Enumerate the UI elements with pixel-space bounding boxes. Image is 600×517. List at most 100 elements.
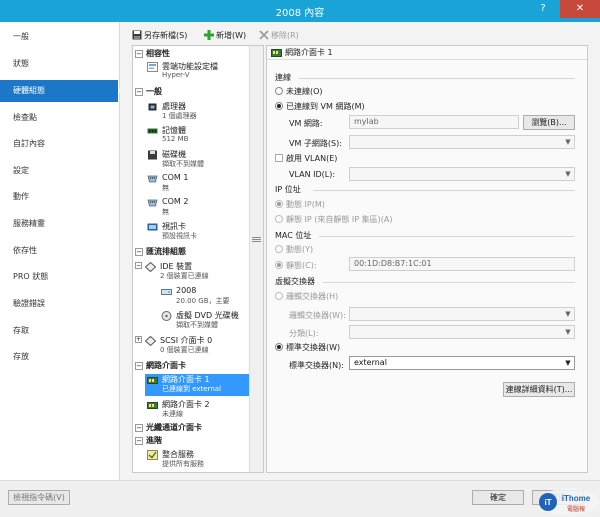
new-button[interactable]: 新增(W) xyxy=(204,28,246,44)
collapse-icon[interactable]: − xyxy=(135,88,143,96)
radio-circle[interactable] xyxy=(275,343,283,351)
tree-node-nic1[interactable]: 網路介面卡 1 已連線到 external xyxy=(145,374,249,396)
tree-node-nic2[interactable]: 網路介面卡 2 未連線 xyxy=(145,399,249,420)
vm-subnet-select[interactable]: ▼ xyxy=(349,135,575,149)
chevron-down-icon: ▼ xyxy=(565,138,571,146)
nav-item-status[interactable]: 狀態 xyxy=(0,53,118,75)
browse-button[interactable]: 瀏覽(B)... xyxy=(523,115,575,130)
section-fc[interactable]: − 光纖通道介面卡 xyxy=(133,422,249,433)
radio-circle[interactable] xyxy=(275,200,283,208)
network-adapter-icon xyxy=(271,49,282,57)
remove-x-icon xyxy=(259,30,269,40)
radio-circle[interactable] xyxy=(275,87,283,95)
radio-standard-switch[interactable]: 標準交換器(W) xyxy=(275,342,340,353)
help-button[interactable]: ? xyxy=(532,0,554,18)
radio-circle[interactable] xyxy=(275,245,283,253)
radio-label: 動態 IP(M) xyxy=(286,200,325,209)
logical-switch-select[interactable]: ▼ xyxy=(349,307,575,321)
divider xyxy=(299,78,575,79)
collapse-icon[interactable]: − xyxy=(135,262,142,269)
svg-text:iT: iT xyxy=(544,498,551,507)
nav-item-storage[interactable]: 存放 xyxy=(0,346,118,368)
nav-item-validation[interactable]: 驗證錯誤 xyxy=(0,293,118,315)
tree-node-vhd[interactable]: 2008 20.00 GB，主要 xyxy=(159,286,249,307)
section-general-label: 一般 xyxy=(146,87,162,96)
close-button[interactable]: ✕ xyxy=(560,0,600,18)
nav-item-access[interactable]: 存取 xyxy=(0,320,118,342)
nav-item-custom[interactable]: 自訂內容 xyxy=(0,133,118,155)
group-ip: IP 位址 xyxy=(275,184,301,195)
tree-scrollbar[interactable] xyxy=(249,46,263,472)
section-general[interactable]: − 一般 xyxy=(133,86,249,97)
network-adapter-icon xyxy=(147,377,158,384)
vlan-id-select[interactable]: ▼ xyxy=(349,167,575,181)
collapse-icon[interactable]: − xyxy=(135,362,143,370)
radio-connected-vm[interactable]: 已連線到 VM 網路(M) xyxy=(275,101,365,112)
enable-vlan-checkbox[interactable]: 啟用 VLAN(E) xyxy=(275,153,337,164)
tree-node-processor[interactable]: 處理器 1 個處理器 xyxy=(145,101,249,122)
scsi-icon xyxy=(145,336,156,346)
network-adapter-icon xyxy=(147,402,158,409)
tree-node-com1[interactable]: COM 1 無 xyxy=(145,173,249,194)
nav-item-settings[interactable]: 設定 xyxy=(0,160,118,182)
nav-item-dependencies[interactable]: 依存性 xyxy=(0,240,118,262)
checkbox-box[interactable] xyxy=(275,154,283,162)
section-advanced[interactable]: − 進階 xyxy=(133,435,249,446)
tree-node-integration[interactable]: 整合服務 提供所有服務 xyxy=(145,449,249,470)
segment-select[interactable]: ▼ xyxy=(349,325,575,339)
collapse-icon[interactable]: − xyxy=(135,50,143,58)
vm-network-label: VM 網路: xyxy=(289,119,323,128)
connection-details-button[interactable]: 連線詳細資料(T)... xyxy=(503,382,575,397)
tree-node-subtitle: 擷取不到媒體 xyxy=(162,160,204,168)
tree-node-memory[interactable]: 記憶體 512 MB xyxy=(145,125,249,146)
tree-node-dvd[interactable]: 虛擬 DVD 光碟機 擷取不到媒體 xyxy=(159,310,249,331)
scrollbar-grip[interactable] xyxy=(252,236,261,246)
radio-circle[interactable] xyxy=(275,102,283,110)
ok-button[interactable]: 確定 xyxy=(472,490,524,505)
radio-label: 靜態 IP (來自靜態 IP 集區)(A) xyxy=(286,215,393,224)
collapse-icon[interactable]: − xyxy=(135,424,143,432)
tree-node-scsi[interactable]: + SCSI 介面卡 0 0 個裝置已連線 xyxy=(135,335,249,356)
serial-port-icon xyxy=(147,175,158,183)
collapse-icon[interactable]: − xyxy=(135,248,143,256)
section-bus[interactable]: − 匯流排組態 xyxy=(133,246,249,257)
radio-static-ip[interactable]: 靜態 IP (來自靜態 IP 集區)(A) xyxy=(275,214,393,225)
tree-node-ide[interactable]: − IDE 裝置 2 個裝置已連線 xyxy=(135,261,249,282)
tree-node-subtitle: Hyper-V xyxy=(162,71,190,79)
mac-address-value: 00:1D:D8:B7:1C:01 xyxy=(354,259,432,268)
radio-circle[interactable] xyxy=(275,215,283,223)
checkbox-label: 啟用 VLAN(E) xyxy=(286,154,338,163)
nav-item-actions[interactable]: 動作 xyxy=(0,186,118,208)
standard-switch-select[interactable]: external ▼ xyxy=(349,356,575,370)
tree-node-video[interactable]: 視訊卡 預設視訊卡 xyxy=(145,221,249,242)
radio-not-connected[interactable]: 未連線(O) xyxy=(275,86,323,97)
tree-node-com2[interactable]: COM 2 無 xyxy=(145,197,249,218)
nav-item-pro[interactable]: PRO 狀態 xyxy=(0,266,118,288)
group-connection-label: 連線 xyxy=(275,73,291,82)
collapse-icon[interactable]: − xyxy=(135,437,143,445)
divider xyxy=(313,190,575,191)
nav-item-checkpoints[interactable]: 檢查點 xyxy=(0,107,118,129)
radio-dynamic-ip[interactable]: 動態 IP(M) xyxy=(275,199,325,210)
tree-node-floppy[interactable]: 磁碟機 擷取不到媒體 xyxy=(145,149,249,170)
view-script-button[interactable]: 檢視指令碼(V) xyxy=(8,490,70,505)
group-connection: 連線 xyxy=(275,72,291,83)
radio-logical-switch[interactable]: 邏輯交換器(H) xyxy=(275,291,338,302)
expand-icon[interactable]: + xyxy=(135,336,142,343)
section-network[interactable]: − 網路介面卡 xyxy=(133,360,249,371)
mac-address-field[interactable]: 00:1D:D8:B7:1C:01 xyxy=(349,257,575,271)
radio-dynamic-mac[interactable]: 動態(Y) xyxy=(275,244,313,255)
tree-node-cloud-profile[interactable]: 雲端功能設定檔 Hyper-V xyxy=(145,61,249,82)
save-as-button[interactable]: 另存新檔(S) xyxy=(132,28,187,44)
vm-subnet-label: VM 子網路(S): xyxy=(289,139,342,148)
title-bar: 2008 內容 ? ✕ xyxy=(0,0,600,22)
radio-circle[interactable] xyxy=(275,292,283,300)
nav-item-general[interactable]: 一般 xyxy=(0,26,118,48)
segment-label: 分類(L): xyxy=(289,329,319,338)
radio-static-mac[interactable]: 靜態(C): xyxy=(275,260,317,271)
remove-button[interactable]: 移除(R) xyxy=(259,28,299,44)
nav-item-servicing[interactable]: 服務精靈 xyxy=(0,213,118,235)
nav-item-hardware[interactable]: 硬體組態 xyxy=(0,80,124,102)
section-compat[interactable]: − 相容性 xyxy=(133,48,249,59)
radio-circle[interactable] xyxy=(275,261,283,269)
